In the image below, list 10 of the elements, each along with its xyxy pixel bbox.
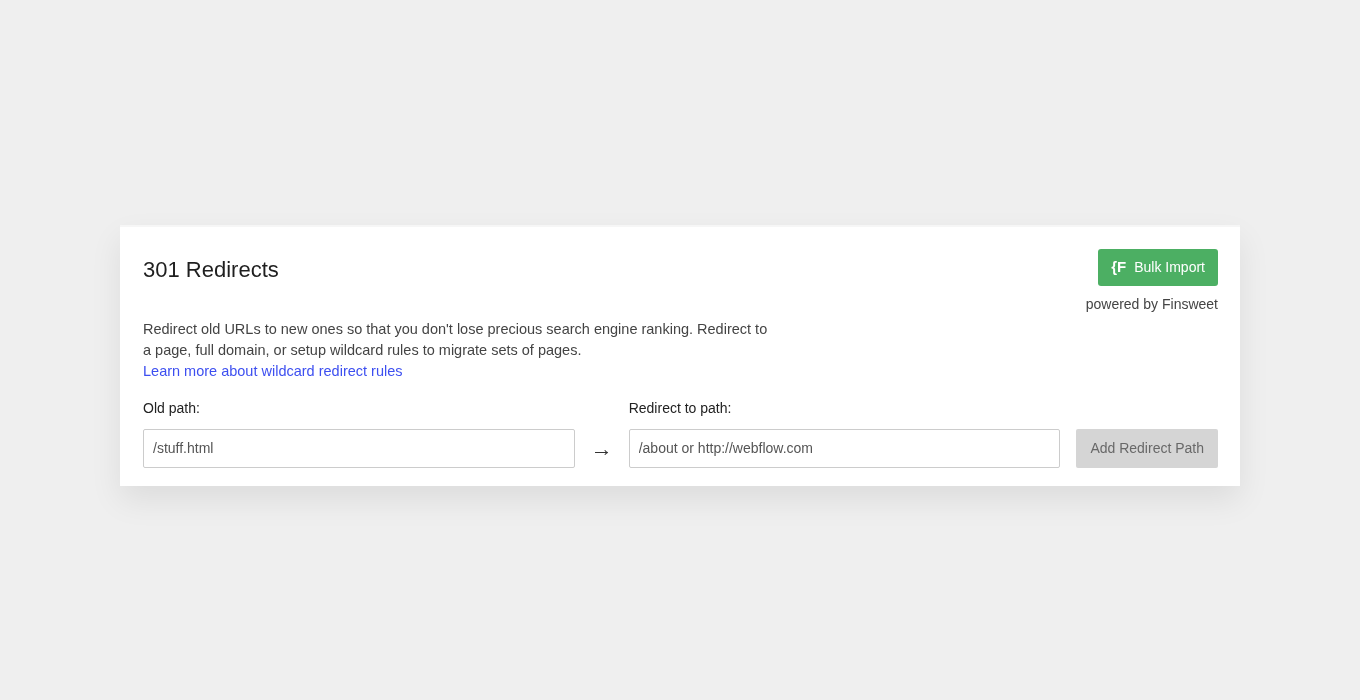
panel-title: 301 Redirects	[143, 257, 279, 284]
bulk-import-button[interactable]: {F Bulk Import	[1098, 249, 1218, 286]
old-path-input[interactable]: /stuff.html	[143, 428, 575, 468]
field-label: Old path:	[143, 398, 201, 418]
redirect-path-input[interactable]: /about or http://webflow.com	[628, 428, 1061, 468]
field-label: Redirect to path:	[628, 398, 733, 418]
description-text: Redirect old URLs to new ones so that you don't lose precious search engine ranking. Redirect to a page, full domain, or setup wildcard rules to migrate sets of pages. Learn more about wildcard redirect rules	[143, 319, 769, 381]
powered-by-text: powered by Finsweet	[1085, 294, 1218, 314]
learn-more-link[interactable]: Learn more about wildcard redirect rules	[143, 362, 403, 379]
arrow-icon: →	[574, 428, 629, 468]
